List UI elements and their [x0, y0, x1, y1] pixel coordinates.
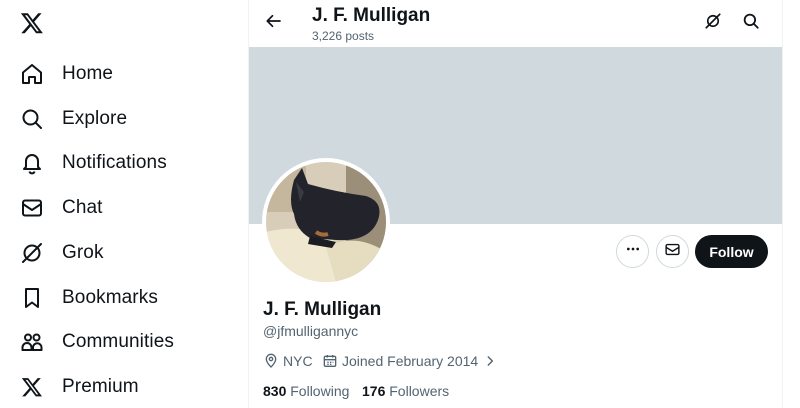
home-icon	[20, 62, 44, 86]
more-horizontal-icon	[625, 241, 641, 262]
search-icon	[20, 107, 44, 131]
sidebar-item-bookmarks[interactable]: Bookmarks	[20, 282, 158, 314]
communities-icon	[20, 330, 44, 354]
grok-icon	[704, 12, 722, 35]
header-title: J. F. Mulligan	[312, 5, 431, 26]
profile-name: J. F. Mulligan	[263, 299, 382, 320]
sidebar: Home Explore Notifications Chat Grok Boo…	[0, 0, 248, 408]
bookmark-icon	[20, 286, 44, 310]
followers-link[interactable]: 176 Followers	[362, 383, 449, 399]
arrow-left-icon	[265, 12, 283, 35]
x-premium-icon	[20, 375, 44, 399]
followers-count: 176	[362, 383, 386, 399]
more-options-button[interactable]	[616, 235, 649, 268]
sidebar-item-label: Chat	[62, 197, 103, 218]
sidebar-item-label: Grok	[62, 242, 104, 263]
message-button[interactable]	[656, 235, 689, 268]
following-link[interactable]: 830 Following	[263, 383, 349, 399]
location-text: NYC	[283, 353, 313, 369]
sidebar-item-communities[interactable]: Communities	[20, 326, 174, 358]
following-count: 830	[263, 383, 287, 399]
post-count: 3,226 posts	[312, 29, 375, 43]
sidebar-item-label: Bookmarks	[62, 287, 158, 308]
sidebar-item-grok[interactable]: Grok	[20, 237, 104, 269]
sidebar-item-notifications[interactable]: Notifications	[20, 147, 167, 179]
grok-button[interactable]	[702, 12, 724, 34]
followers-label: Followers	[389, 383, 450, 399]
chevron-right-icon	[482, 353, 498, 369]
profile-header: J. F. Mulligan 3,226 posts	[249, 0, 782, 47]
back-button[interactable]	[261, 10, 287, 36]
x-logo-icon[interactable]	[20, 11, 46, 37]
avatar[interactable]	[262, 158, 390, 286]
profile-handle: @jfmulligannyc	[263, 323, 359, 339]
profile-location: NYC	[263, 352, 313, 370]
search-icon	[742, 12, 760, 35]
joined-text: Joined February 2014	[342, 353, 479, 369]
mail-icon	[20, 196, 44, 220]
following-label: Following	[290, 383, 350, 399]
sidebar-item-label: Communities	[62, 331, 174, 352]
location-pin-icon	[263, 353, 279, 369]
sidebar-item-home[interactable]: Home	[20, 58, 113, 90]
sidebar-item-label: Explore	[62, 108, 128, 129]
mail-icon	[664, 241, 681, 263]
sidebar-item-label: Home	[62, 63, 114, 84]
follow-button[interactable]: Follow	[695, 235, 768, 268]
sidebar-item-premium[interactable]: Premium	[20, 371, 139, 403]
grok-icon	[20, 241, 44, 265]
bell-icon	[20, 151, 44, 175]
column-divider	[782, 0, 783, 408]
profile-joined[interactable]: Joined February 2014	[322, 352, 498, 370]
sidebar-item-chat[interactable]: Chat	[20, 192, 103, 224]
calendar-icon	[322, 353, 338, 369]
sidebar-item-label: Notifications	[62, 152, 167, 173]
sidebar-item-explore[interactable]: Explore	[20, 103, 127, 135]
search-button[interactable]	[740, 12, 762, 34]
sidebar-item-label: Premium	[62, 376, 139, 397]
